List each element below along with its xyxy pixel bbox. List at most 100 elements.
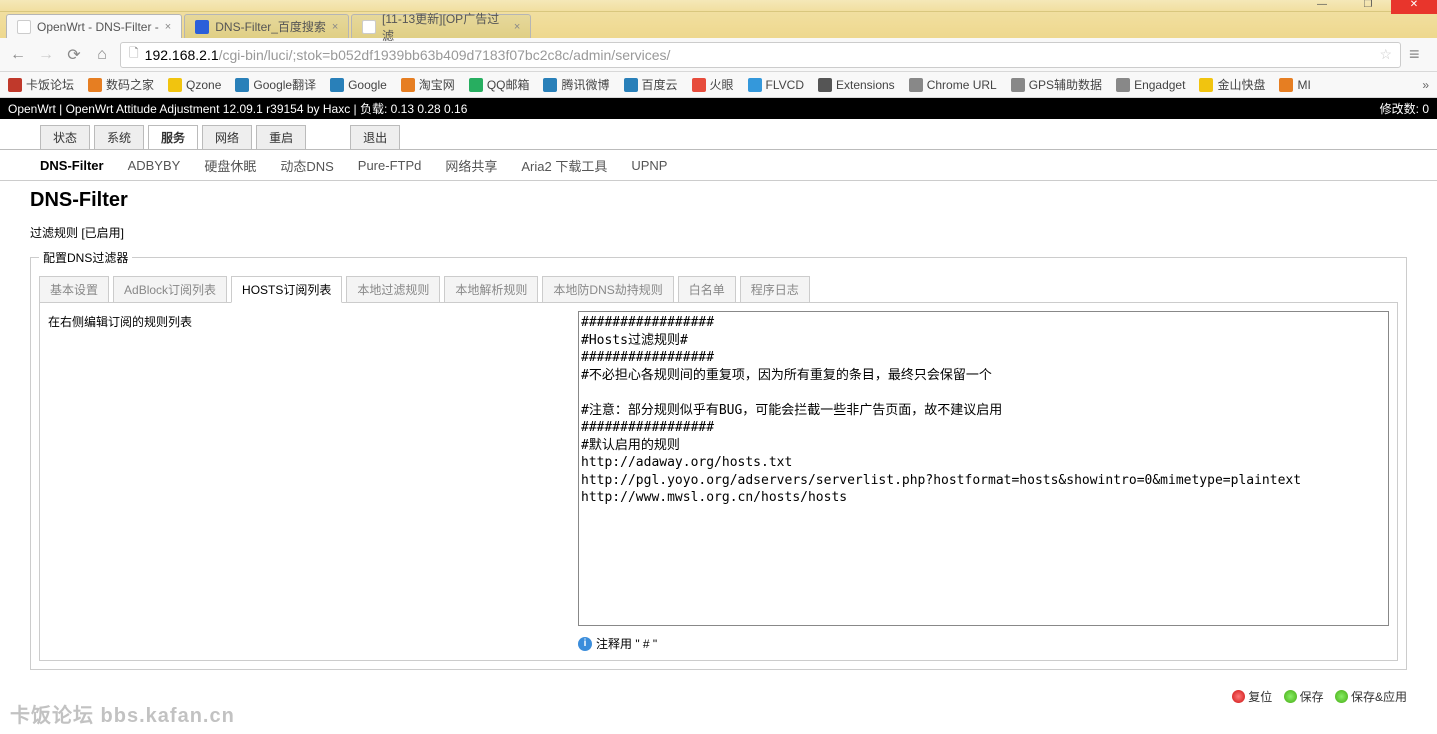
bookmark-item[interactable]: Chrome URL [909, 78, 997, 92]
bookmark-item[interactable]: Qzone [168, 78, 221, 92]
main-nav-item[interactable]: 服务 [148, 125, 198, 149]
forward-button[interactable]: → [36, 45, 56, 65]
bookmark-icon [330, 78, 344, 92]
chrome-menu-icon[interactable]: ≡ [1409, 44, 1429, 65]
page-icon: 🗋 [129, 44, 139, 65]
bookmark-label: 淘宝网 [419, 76, 455, 93]
action-bar: 复位 保存 保存&应用 [0, 680, 1437, 710]
window-minimize[interactable]: — [1299, 0, 1345, 14]
save-apply-button[interactable]: 保存&应用 [1335, 688, 1407, 705]
bookmark-icon [1279, 78, 1293, 92]
favicon [195, 20, 209, 34]
bookmark-label: Engadget [1134, 78, 1185, 92]
bookmark-item[interactable]: GPS辅助数据 [1011, 76, 1102, 93]
unsaved-changes[interactable]: 修改数: 0 [1380, 100, 1429, 117]
reset-button[interactable]: 复位 [1232, 688, 1272, 705]
save-button[interactable]: 保存 [1284, 688, 1324, 705]
bookmarks-bar: 卡饭论坛 数码之家 Qzone Google翻译 Google 淘宝网 QQ邮箱 腾讯微博 百度… [0, 72, 1437, 98]
main-nav-item[interactable]: 重启 [256, 125, 306, 149]
header-info: OpenWrt | OpenWrt Attitude Adjustment 12… [8, 100, 467, 117]
hint-row: i 注释用 " # " [578, 635, 1389, 652]
fieldset-legend: 配置DNS过滤器 [39, 249, 132, 266]
hint-text: 注释用 " # " [596, 635, 657, 652]
sub-nav-item[interactable]: DNS-Filter [40, 158, 104, 173]
bookmark-item[interactable]: FLVCD [748, 78, 804, 92]
bookmark-icon [1116, 78, 1130, 92]
bookmark-item[interactable]: Extensions [818, 78, 895, 92]
bookmark-label: FLVCD [766, 78, 804, 92]
bookmark-item[interactable]: 百度云 [624, 76, 678, 93]
browser-tab[interactable]: DNS-Filter_百度搜索 × [184, 14, 349, 38]
config-tab[interactable]: AdBlock订阅列表 [113, 276, 227, 303]
bookmark-item[interactable]: QQ邮箱 [469, 76, 530, 93]
config-fieldset: 配置DNS过滤器 基本设置AdBlock订阅列表HOSTS订阅列表本地过滤规则本… [30, 249, 1407, 670]
sub-nav-item[interactable]: 硬盘休眠 [204, 156, 256, 175]
bookmark-label: 百度云 [642, 76, 678, 93]
bookmark-icon [748, 78, 762, 92]
bookmark-label: MI [1297, 78, 1310, 92]
bookmark-icon [168, 78, 182, 92]
config-tab[interactable]: 本地过滤规则 [346, 276, 440, 303]
config-tab[interactable]: 白名单 [678, 276, 736, 303]
bookmark-item[interactable]: Google [330, 78, 387, 92]
bookmark-icon [543, 78, 557, 92]
bookmark-item[interactable]: 卡饭论坛 [8, 76, 74, 93]
bookmark-label: 数码之家 [106, 76, 154, 93]
browser-tab-active[interactable]: OpenWrt - DNS-Filter - × [6, 14, 182, 38]
bookmark-label: 金山快盘 [1217, 76, 1265, 93]
bookmarks-overflow-icon[interactable]: » [1422, 78, 1429, 92]
bookmark-item[interactable]: MI [1279, 78, 1310, 92]
title-bar [0, 0, 1437, 12]
bookmark-label: 腾讯微博 [561, 76, 609, 93]
browser-tab[interactable]: [11-13更新][OP广告过滤 × [351, 14, 531, 38]
main-nav-item[interactable]: 网络 [202, 125, 252, 149]
bookmark-item[interactable]: 数码之家 [88, 76, 154, 93]
config-tab[interactable]: HOSTS订阅列表 [231, 276, 342, 303]
logout-button[interactable]: 退出 [350, 125, 400, 149]
main-nav: 状态系统服务网络重启 退出 [0, 119, 1437, 149]
sub-nav-item[interactable]: ADBYBY [128, 158, 181, 173]
config-tab[interactable]: 程序日志 [740, 276, 810, 303]
bookmark-label: Chrome URL [927, 78, 997, 92]
browser-tab-strip: OpenWrt - DNS-Filter - × DNS-Filter_百度搜索… [0, 12, 1437, 38]
bookmark-item[interactable]: Google翻译 [235, 76, 316, 93]
bookmark-label: Extensions [836, 78, 895, 92]
bookmark-icon [818, 78, 832, 92]
bookmark-item[interactable]: 淘宝网 [401, 76, 455, 93]
config-tab[interactable]: 基本设置 [39, 276, 109, 303]
main-nav-item[interactable]: 状态 [40, 125, 90, 149]
sub-nav-item[interactable]: Aria2 下载工具 [521, 156, 607, 175]
back-button[interactable]: ← [8, 45, 28, 65]
bookmark-icon [692, 78, 706, 92]
save-icon [1284, 690, 1297, 703]
tab-close-icon[interactable]: × [514, 21, 520, 33]
bookmark-icon [401, 78, 415, 92]
bookmark-item[interactable]: 火眼 [692, 76, 734, 93]
window-maximize[interactable]: ❐ [1345, 0, 1391, 14]
sub-nav-item[interactable]: 动态DNS [280, 156, 333, 175]
bookmark-item[interactable]: 金山快盘 [1199, 76, 1265, 93]
config-description: 在右侧编辑订阅的规则列表 [48, 311, 568, 652]
window-close[interactable]: ✕ [1391, 0, 1437, 14]
tab-close-icon[interactable]: × [165, 21, 171, 33]
url-text: 192.168.2.1/cgi-bin/luci/;stok=b052df193… [145, 47, 1380, 63]
home-button[interactable]: ⌂ [92, 45, 112, 65]
bookmark-star-icon[interactable]: ☆ [1379, 46, 1392, 63]
bookmark-item[interactable]: 腾讯微博 [543, 76, 609, 93]
main-nav-item[interactable]: 系统 [94, 125, 144, 149]
config-tab[interactable]: 本地防DNS劫持规则 [542, 276, 673, 303]
config-tab[interactable]: 本地解析规则 [444, 276, 538, 303]
bookmark-icon [1011, 78, 1025, 92]
reload-button[interactable]: ⟳ [64, 45, 84, 65]
bookmark-label: 火眼 [710, 76, 734, 93]
sub-nav-item[interactable]: Pure-FTPd [358, 158, 422, 173]
sub-nav-item[interactable]: UPNP [631, 158, 667, 173]
tab-title: DNS-Filter_百度搜索 [215, 18, 326, 35]
config-body: 在右侧编辑订阅的规则列表 i 注释用 " # " [39, 302, 1398, 661]
bookmark-label: Google [348, 78, 387, 92]
tab-close-icon[interactable]: × [332, 21, 338, 33]
hosts-rules-textarea[interactable] [578, 311, 1389, 626]
url-input[interactable]: 🗋 192.168.2.1/cgi-bin/luci/;stok=b052df1… [120, 42, 1401, 68]
bookmark-item[interactable]: Engadget [1116, 78, 1185, 92]
sub-nav-item[interactable]: 网络共享 [445, 156, 497, 175]
